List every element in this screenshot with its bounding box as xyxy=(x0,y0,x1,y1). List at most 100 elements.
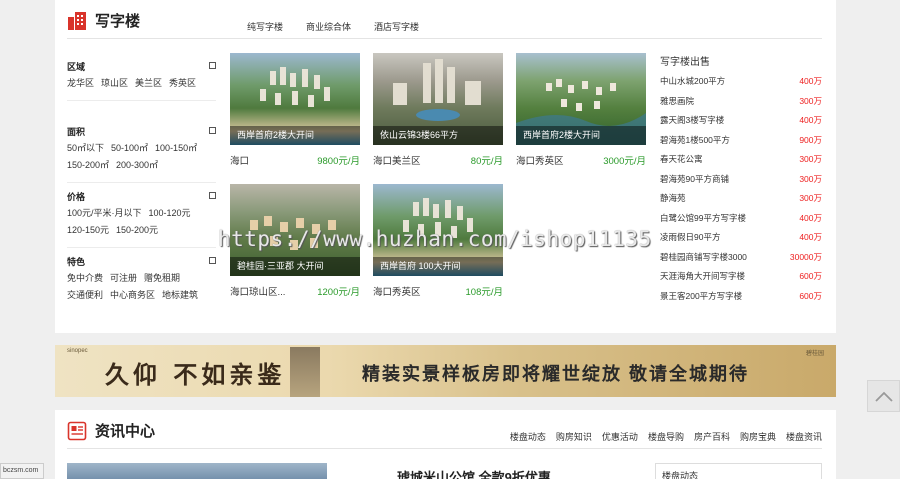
filter-option[interactable]: 120-150元 xyxy=(67,225,109,235)
banner-brand-right: 碧桂园 xyxy=(805,351,824,357)
expand-toggle-icon[interactable] xyxy=(209,62,216,69)
filter-option[interactable]: 赠免租期 xyxy=(144,273,180,283)
expand-toggle-icon[interactable] xyxy=(209,257,216,264)
chevron-up-icon xyxy=(874,391,893,402)
filter-option[interactable]: 100-150㎡ xyxy=(155,143,197,153)
tab-commercial-complex[interactable]: 商业综合体 xyxy=(306,20,351,33)
sale-list-item[interactable]: 中山水城200平方 400万 xyxy=(660,72,822,92)
sale-item-price: 600万 xyxy=(799,271,822,281)
sale-list-item[interactable]: 春天花公寓 300万 xyxy=(660,150,822,170)
filter-title: 特色 xyxy=(67,257,86,267)
sale-list-item[interactable]: 碧海苑90平方商铺 300万 xyxy=(660,170,822,190)
header-divider xyxy=(67,38,822,39)
sale-list-item[interactable]: 景王客200平方写字楼 600万 xyxy=(660,287,822,307)
sale-item-price: 300万 xyxy=(799,154,822,164)
listing-caption: 依山云锦3楼66平方 xyxy=(373,126,503,145)
listing-image[interactable]: 西岸首府2楼大开间 xyxy=(230,53,360,145)
filter-title: 面积 xyxy=(67,127,86,137)
listing-price: 3000元/月 xyxy=(603,156,646,167)
filter-option[interactable]: 150-200㎡ xyxy=(67,160,109,170)
sale-list-item[interactable]: 碧桂园商铺写字楼3000 30000万 xyxy=(660,248,822,268)
sale-item-name[interactable]: 雅思画院 xyxy=(660,92,694,112)
sale-item-name[interactable]: 静海苑 xyxy=(660,189,686,209)
news-section: 资讯中心 楼盘动态 购房知识 优惠活动 楼盘导购 房产百科 购房宝典 楼盘资讯 … xyxy=(55,410,836,479)
news-tab[interactable]: 房产百科 xyxy=(694,430,730,443)
sale-list-item[interactable]: 碧海苑1楼500平方 900万 xyxy=(660,131,822,151)
news-tab[interactable]: 优惠活动 xyxy=(602,430,638,443)
news-tab[interactable]: 购房知识 xyxy=(556,430,592,443)
news-tab[interactable]: 楼盘资讯 xyxy=(786,430,822,443)
office-tabs: 纯写字楼 商业综合体 酒店写字楼 xyxy=(247,20,442,33)
sale-item-name[interactable]: 露天阁3楼写字楼 xyxy=(660,111,724,131)
corner-label: bczsm.com xyxy=(0,463,44,479)
banner-slogan: 久仰 不如亲鉴 xyxy=(105,360,286,389)
sale-list-item[interactable]: 露天阁3楼写字楼 400万 xyxy=(660,111,822,131)
news-section-header: 资讯中心 xyxy=(67,420,155,441)
filter-option[interactable]: 50㎡以下 xyxy=(67,143,104,153)
sale-item-name[interactable]: 碧海苑1楼500平方 xyxy=(660,131,730,151)
tab-hotel-office[interactable]: 酒店写字楼 xyxy=(374,20,419,33)
filter-option[interactable]: 中心商务区 xyxy=(110,290,155,300)
filter-option[interactable]: 秀英区 xyxy=(169,78,196,88)
filter-price: 价格 100元/平米·月以下 100-120元 120-150元 150-200元 xyxy=(67,190,216,248)
news-tabs: 楼盘动态 购房知识 优惠活动 楼盘导购 房产百科 购房宝典 楼盘资讯 xyxy=(500,430,822,443)
filter-region: 区域 龙华区 琼山区 美兰区 秀英区 xyxy=(67,60,216,101)
listing-image[interactable]: 依山云锦3楼66平方 xyxy=(373,53,503,145)
sale-item-name[interactable]: 中山水城200平方 xyxy=(660,72,725,92)
sale-item-price: 400万 xyxy=(799,232,822,242)
back-to-top-button[interactable] xyxy=(867,380,900,412)
filter-divider xyxy=(67,182,216,183)
banner-message: 精装实景样板房即将耀世绽放 敬请全城期待 xyxy=(362,364,749,384)
filter-option[interactable]: 200-300㎡ xyxy=(116,160,158,170)
filter-option[interactable]: 交通便利 xyxy=(67,290,103,300)
sale-list-item[interactable]: 天涯海角大开间写字楼 600万 xyxy=(660,267,822,287)
office-section-title: 写字楼 xyxy=(95,13,141,30)
listing-image[interactable]: 西岸首府2楼大开间 xyxy=(516,53,646,145)
filter-option[interactable]: 地标建筑 xyxy=(162,290,198,300)
sale-item-name[interactable]: 碧海苑90平方商铺 xyxy=(660,170,729,190)
filter-option[interactable]: 150-200元 xyxy=(116,225,158,235)
filter-option[interactable]: 50-100㎡ xyxy=(111,143,148,153)
filter-title: 区域 xyxy=(67,62,86,72)
filter-option[interactable]: 美兰区 xyxy=(135,78,162,88)
filter-option[interactable]: 龙华区 xyxy=(67,78,94,88)
listing-card[interactable]: 依山云锦3楼66平方 海口美兰区 80元/月 xyxy=(373,53,503,167)
sale-item-price: 300万 xyxy=(799,173,822,184)
sale-item-name[interactable]: 碧桂园商铺写字楼3000 xyxy=(660,248,747,268)
filter-option[interactable]: 免中介费 xyxy=(67,273,103,283)
office-sale-list: 写字楼出售 中山水城200平方 400万 雅思画院 300万 露天阁3楼写字楼 400… xyxy=(660,53,822,306)
filter-option[interactable]: 琼山区 xyxy=(101,78,128,88)
filter-option[interactable]: 100-120元 xyxy=(149,208,191,218)
filter-option[interactable]: 100元/平米·月以下 xyxy=(67,208,142,218)
listing-caption: 西岸首府2楼大开间 xyxy=(516,126,646,145)
news-headline[interactable]: 琥城米山公馆 全款9折优惠 xyxy=(397,467,551,479)
sale-item-price: 30000万 xyxy=(789,251,822,262)
sale-item-name[interactable]: 景王客200平方写字楼 xyxy=(660,287,742,307)
sale-item-price: 600万 xyxy=(799,290,822,301)
sale-item-name[interactable]: 春天花公寓 xyxy=(660,150,703,170)
tab-pure-office[interactable]: 纯写字楼 xyxy=(247,20,283,33)
news-tab[interactable]: 楼盘导购 xyxy=(648,430,684,443)
promo-banner[interactable]: sinopec 久仰 不如亲鉴 精装实景样板房即将耀世绽放 敬请全城期待 碧桂园 xyxy=(55,345,836,397)
news-section-title: 资讯中心 xyxy=(95,423,156,440)
filter-option[interactable]: 可注册 xyxy=(110,273,137,283)
sale-item-name[interactable]: 天涯海角大开间写字楼 xyxy=(660,267,745,287)
expand-toggle-icon[interactable] xyxy=(209,192,216,199)
listing-card[interactable]: 西岸首府2楼大开间 海口 9800元/月 xyxy=(230,53,360,167)
listing-location: 海口秀英区 xyxy=(516,156,564,167)
sale-list-item[interactable]: 白鹭公馆99平方写字楼 400万 xyxy=(660,209,822,229)
listing-price: 80元/月 xyxy=(470,156,503,167)
news-image[interactable] xyxy=(67,463,327,479)
sale-item-name[interactable]: 凌雨假日90平方 xyxy=(660,228,720,248)
news-tab[interactable]: 购房宝典 xyxy=(740,430,776,443)
sale-list-item[interactable]: 凌雨假日90平方 400万 xyxy=(660,228,822,248)
news-tab[interactable]: 楼盘动态 xyxy=(510,430,546,443)
office-section-header: 写字楼 xyxy=(67,10,140,31)
listing-card[interactable]: 西岸首府2楼大开间 海口秀英区 3000元/月 xyxy=(516,53,646,167)
sale-list-item[interactable]: 静海苑 300万 xyxy=(660,189,822,209)
expand-toggle-icon[interactable] xyxy=(209,127,216,134)
sale-item-price: 300万 xyxy=(799,193,822,203)
sale-list-item[interactable]: 雅思画院 300万 xyxy=(660,92,822,112)
sale-item-name[interactable]: 白鹭公馆99平方写字楼 xyxy=(660,209,746,229)
listing-location: 海口美兰区 xyxy=(373,156,421,167)
